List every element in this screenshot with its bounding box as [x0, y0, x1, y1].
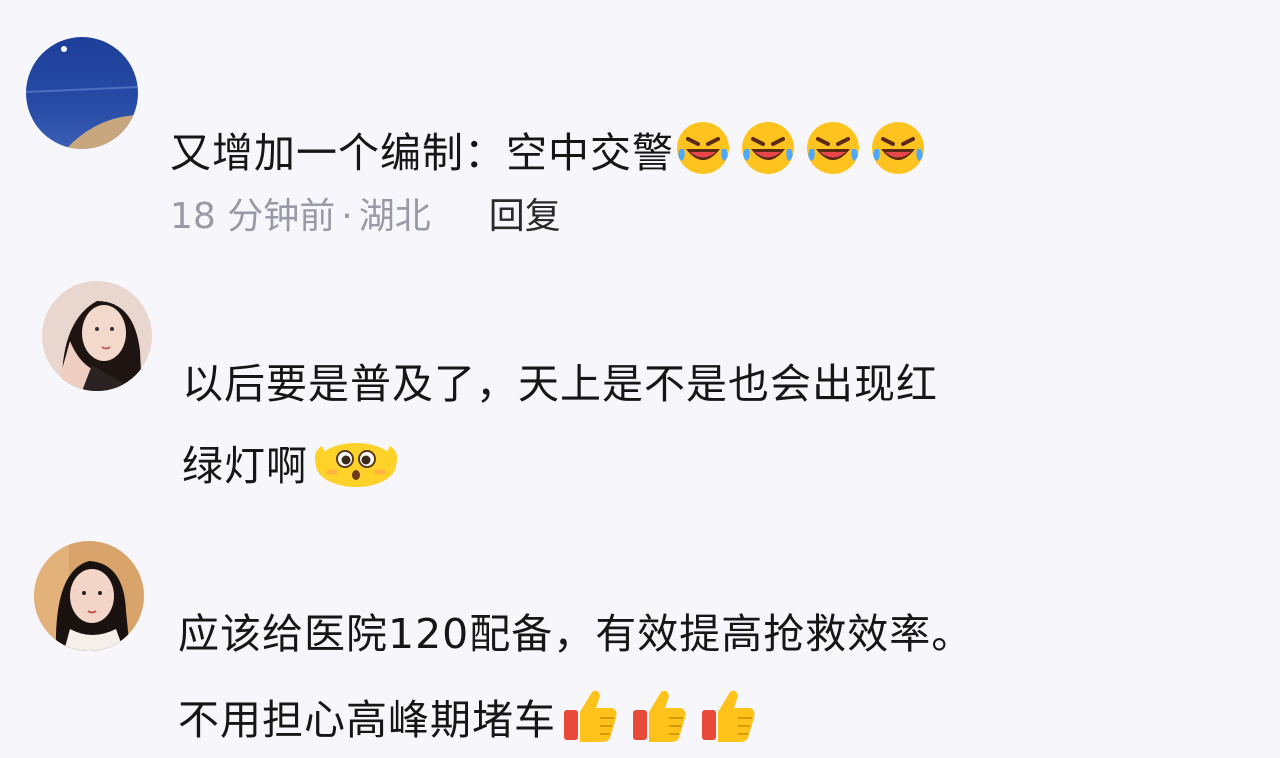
meta-separator: · [341, 196, 353, 237]
thumbs-up-emoji [702, 690, 755, 742]
comment-text-line: 绿灯啊 [182, 436, 407, 497]
reply-button[interactable]: 回复 [489, 196, 561, 237]
user-avatar[interactable] [26, 37, 138, 149]
comment-text-line: 应该给医院120配备，有效提高抢救效率。 [178, 610, 974, 658]
pleading-face-emoji [314, 443, 398, 487]
emoji-row [560, 686, 767, 751]
thumbs-up-emoji [564, 690, 617, 742]
rolling-laughing-emoji [742, 122, 794, 174]
rolling-laughing-emoji [872, 122, 924, 174]
comment-text-line: 又增加一个编制：空中交警 [170, 119, 934, 184]
thumbs-up-emoji [633, 690, 686, 742]
user-avatar[interactable] [34, 541, 144, 651]
user-avatar[interactable] [42, 281, 152, 391]
emoji-row [312, 436, 407, 497]
rolling-laughing-emoji [807, 122, 859, 174]
comment-text-line: 不用担心高峰期堵车 [178, 686, 767, 751]
comment-meta: 18 分钟前 · 湖北 回复 [170, 199, 561, 235]
comment-time: 18 分钟前 [170, 196, 336, 237]
comment-text-line: 以后要是普及了，天上是不是也会出现红 [182, 360, 938, 408]
comment-location: 湖北 [358, 196, 431, 237]
emoji-row [674, 119, 934, 184]
rolling-laughing-emoji [677, 122, 729, 174]
